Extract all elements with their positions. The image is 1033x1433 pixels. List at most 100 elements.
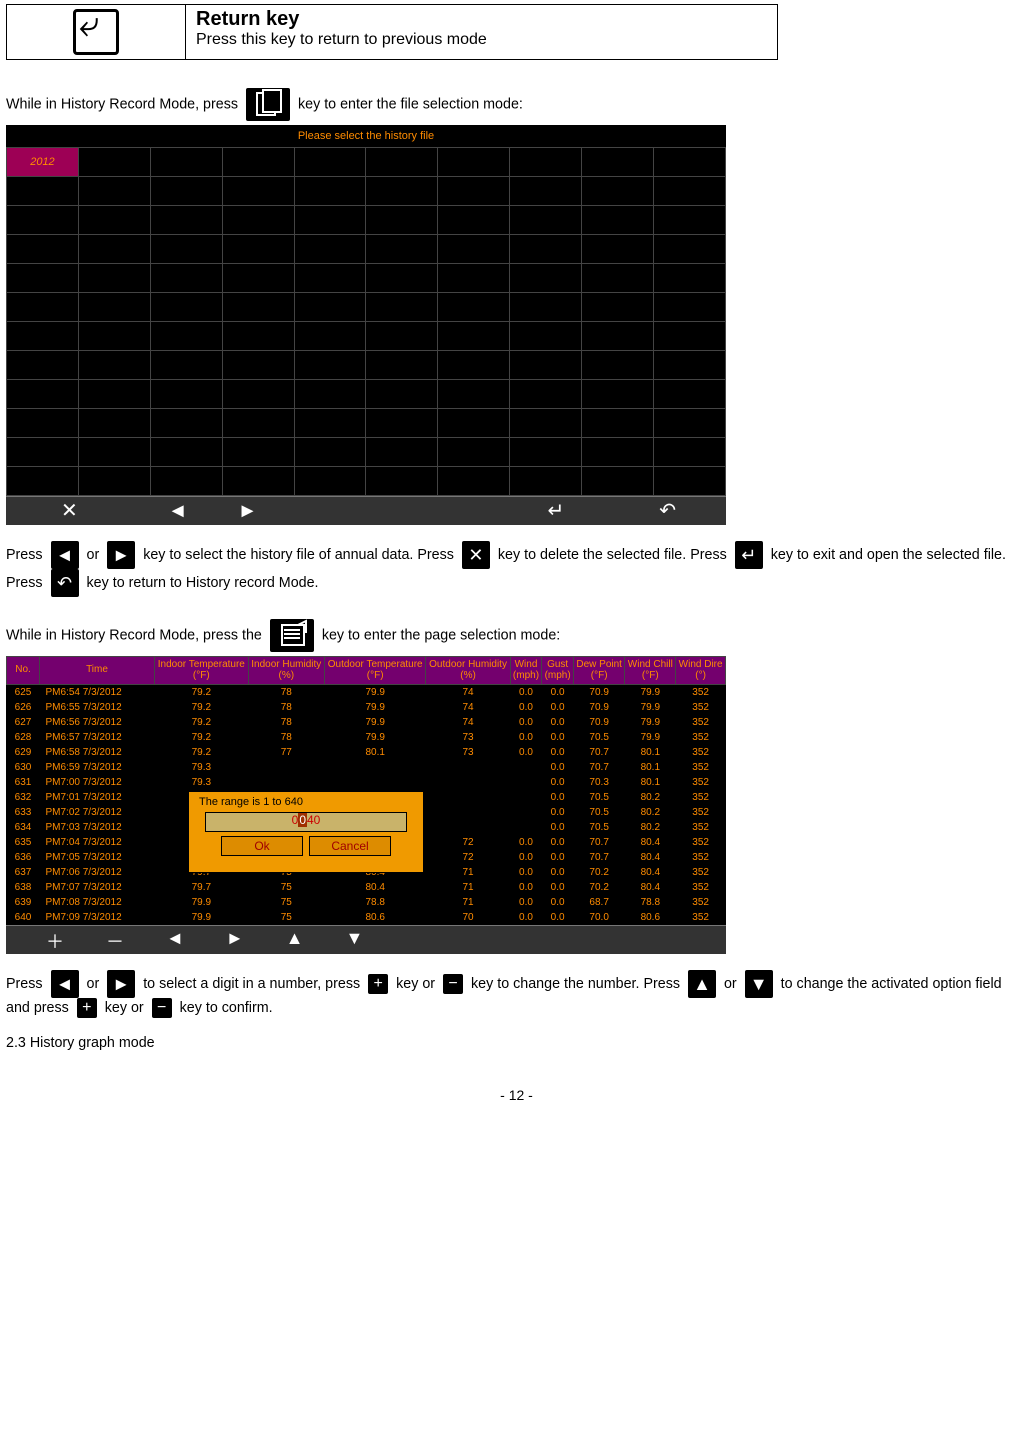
file-grid-cell[interactable] — [222, 148, 294, 177]
file-grid-cell[interactable] — [366, 380, 438, 409]
cancel-button[interactable]: Cancel — [309, 836, 391, 856]
file-grid-cell[interactable] — [510, 148, 582, 177]
file-grid-cell[interactable] — [582, 177, 654, 206]
file-grid-cell[interactable] — [510, 351, 582, 380]
file-grid-cell[interactable] — [438, 351, 510, 380]
file-grid-cell[interactable] — [150, 148, 222, 177]
file-grid-cell[interactable] — [654, 177, 726, 206]
file-grid-cell[interactable]: 2012 — [7, 148, 79, 177]
file-grid-cell[interactable] — [150, 380, 222, 409]
file-grid-cell[interactable] — [366, 409, 438, 438]
up-arrow-icon[interactable]: ▲ — [286, 926, 346, 954]
file-grid-cell[interactable] — [366, 177, 438, 206]
file-grid-cell[interactable] — [654, 351, 726, 380]
file-grid-cell[interactable] — [294, 438, 366, 467]
file-grid-cell[interactable] — [438, 322, 510, 351]
file-grid-cell[interactable] — [654, 467, 726, 496]
file-grid-cell[interactable] — [222, 438, 294, 467]
file-grid-cell[interactable] — [438, 293, 510, 322]
right-arrow-icon[interactable]: ► — [218, 497, 288, 525]
file-grid-cell[interactable] — [222, 351, 294, 380]
file-grid-cell[interactable] — [438, 235, 510, 264]
file-grid-cell[interactable] — [150, 235, 222, 264]
file-grid-cell[interactable] — [78, 177, 150, 206]
file-grid-cell[interactable] — [150, 467, 222, 496]
file-grid-cell[interactable] — [582, 409, 654, 438]
file-grid-cell[interactable] — [222, 206, 294, 235]
file-grid-cell[interactable] — [78, 235, 150, 264]
dialog-input[interactable]: 0040 — [205, 812, 407, 832]
file-grid-cell[interactable] — [438, 206, 510, 235]
file-grid-cell[interactable] — [438, 177, 510, 206]
file-grid-cell[interactable] — [366, 235, 438, 264]
file-grid-cell[interactable] — [222, 177, 294, 206]
file-grid-cell[interactable] — [294, 148, 366, 177]
file-grid-cell[interactable] — [294, 351, 366, 380]
file-grid-cell[interactable] — [366, 264, 438, 293]
file-grid-cell[interactable] — [654, 409, 726, 438]
return-toolbar-icon[interactable]: ↶ — [604, 497, 726, 525]
file-grid-cell[interactable] — [366, 148, 438, 177]
file-grid-cell[interactable] — [438, 438, 510, 467]
file-grid-cell[interactable] — [78, 322, 150, 351]
file-grid-cell[interactable] — [150, 351, 222, 380]
file-grid-cell[interactable] — [78, 206, 150, 235]
file-grid-cell[interactable] — [654, 322, 726, 351]
file-grid-cell[interactable] — [582, 264, 654, 293]
file-grid-cell[interactable] — [294, 322, 366, 351]
file-grid-cell[interactable] — [294, 206, 366, 235]
file-grid-cell[interactable] — [294, 409, 366, 438]
file-grid-cell[interactable] — [150, 409, 222, 438]
ok-button[interactable]: Ok — [221, 836, 303, 856]
file-grid-cell[interactable] — [438, 467, 510, 496]
file-grid-cell[interactable] — [366, 438, 438, 467]
file-grid-cell[interactable] — [78, 380, 150, 409]
file-grid-cell[interactable] — [654, 264, 726, 293]
file-grid-cell[interactable] — [150, 322, 222, 351]
file-grid-cell[interactable] — [7, 409, 79, 438]
plus-icon[interactable]: ＋ — [46, 926, 106, 954]
file-grid-cell[interactable] — [222, 409, 294, 438]
file-grid-cell[interactable] — [7, 467, 79, 496]
file-grid-cell[interactable] — [78, 467, 150, 496]
file-grid-cell[interactable] — [294, 293, 366, 322]
file-grid-cell[interactable] — [510, 206, 582, 235]
file-grid-cell[interactable] — [7, 380, 79, 409]
file-grid-cell[interactable] — [222, 235, 294, 264]
file-grid-cell[interactable] — [366, 293, 438, 322]
file-grid-cell[interactable] — [222, 467, 294, 496]
file-grid-cell[interactable] — [294, 467, 366, 496]
file-grid-cell[interactable] — [510, 322, 582, 351]
file-grid-cell[interactable] — [222, 322, 294, 351]
file-grid-cell[interactable] — [582, 438, 654, 467]
file-grid-cell[interactable] — [510, 409, 582, 438]
file-grid-cell[interactable] — [294, 177, 366, 206]
minus-icon[interactable]: － — [106, 926, 166, 954]
file-grid-cell[interactable] — [150, 293, 222, 322]
enter-icon[interactable]: ↵ — [492, 497, 604, 525]
file-grid-cell[interactable] — [582, 467, 654, 496]
file-grid-cell[interactable] — [7, 351, 79, 380]
file-grid-cell[interactable] — [582, 148, 654, 177]
left-arrow-icon[interactable]: ◄ — [108, 497, 218, 525]
file-grid-cell[interactable] — [78, 351, 150, 380]
down-arrow-icon[interactable]: ▼ — [345, 926, 405, 954]
file-grid-cell[interactable] — [7, 206, 79, 235]
file-grid-cell[interactable] — [150, 177, 222, 206]
file-grid-cell[interactable] — [654, 148, 726, 177]
file-grid-cell[interactable] — [78, 409, 150, 438]
file-grid-cell[interactable] — [438, 409, 510, 438]
file-grid-cell[interactable] — [510, 438, 582, 467]
file-grid-cell[interactable] — [222, 380, 294, 409]
file-grid-cell[interactable] — [222, 264, 294, 293]
file-grid-cell[interactable] — [366, 206, 438, 235]
file-grid-cell[interactable] — [7, 177, 79, 206]
file-grid-cell[interactable] — [510, 380, 582, 409]
file-grid-cell[interactable] — [7, 293, 79, 322]
file-grid-cell[interactable] — [582, 206, 654, 235]
file-grid-cell[interactable] — [654, 235, 726, 264]
file-grid-cell[interactable] — [582, 293, 654, 322]
file-grid-cell[interactable] — [366, 467, 438, 496]
file-grid-cell[interactable] — [438, 264, 510, 293]
file-grid-cell[interactable] — [78, 264, 150, 293]
